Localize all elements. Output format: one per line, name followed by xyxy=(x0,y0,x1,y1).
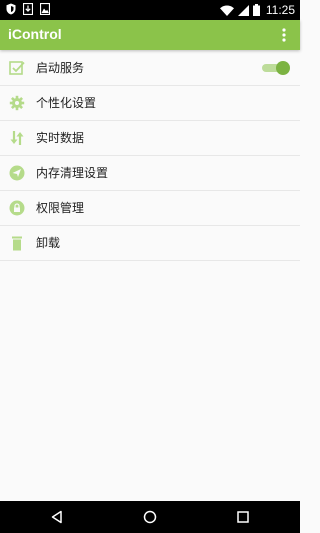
menu-item-permissions[interactable]: 权限管理 xyxy=(0,191,300,226)
notification-icons xyxy=(6,3,50,15)
status-bar: 11:25 xyxy=(0,0,300,20)
menu-item-label: 实时数据 xyxy=(36,131,85,145)
menu-item-uninstall[interactable]: 卸载 xyxy=(0,226,300,261)
menu-item-label: 个性化设置 xyxy=(36,96,97,110)
signal-icon xyxy=(237,4,249,16)
menu-item-label: 内存清理设置 xyxy=(36,166,109,180)
trash-icon xyxy=(12,236,22,251)
start-service-toggle[interactable] xyxy=(262,61,290,75)
checkbox-icon xyxy=(9,61,25,75)
status-time: 11:25 xyxy=(265,3,295,17)
transfer-arrows-icon xyxy=(10,131,24,145)
app-title: iControl xyxy=(8,26,62,42)
wifi-icon xyxy=(219,5,234,16)
recents-icon[interactable] xyxy=(235,509,251,525)
lock-icon xyxy=(9,200,25,216)
menu-item-label: 启动服务 xyxy=(36,61,85,75)
navigation-bar xyxy=(0,501,300,533)
toggle-thumb xyxy=(276,61,290,75)
menu-item-start-service[interactable]: 启动服务 xyxy=(0,51,300,86)
menu-item-label: 卸载 xyxy=(36,236,61,250)
menu-item-label: 权限管理 xyxy=(36,201,85,215)
send-icon xyxy=(9,165,25,181)
shield-icon xyxy=(6,3,16,15)
system-icons: 11:25 xyxy=(219,0,295,20)
download-icon xyxy=(23,3,33,15)
more-vert-icon xyxy=(282,28,286,42)
app-bar: iControl xyxy=(0,20,300,50)
menu-item-memory-cleanup[interactable]: 内存清理设置 xyxy=(0,156,300,191)
menu-item-personalization[interactable]: 个性化设置 xyxy=(0,86,300,121)
settings-menu: 启动服务 个性化设置 实时数据 内存清理设置 权限管理 卸载 xyxy=(0,51,300,261)
image-icon xyxy=(40,3,50,15)
back-icon[interactable] xyxy=(49,509,65,525)
menu-item-realtime-data[interactable]: 实时数据 xyxy=(0,121,300,156)
gear-icon xyxy=(9,95,25,111)
battery-icon xyxy=(252,4,260,16)
overflow-menu-button[interactable] xyxy=(278,26,290,44)
home-icon[interactable] xyxy=(142,509,158,525)
